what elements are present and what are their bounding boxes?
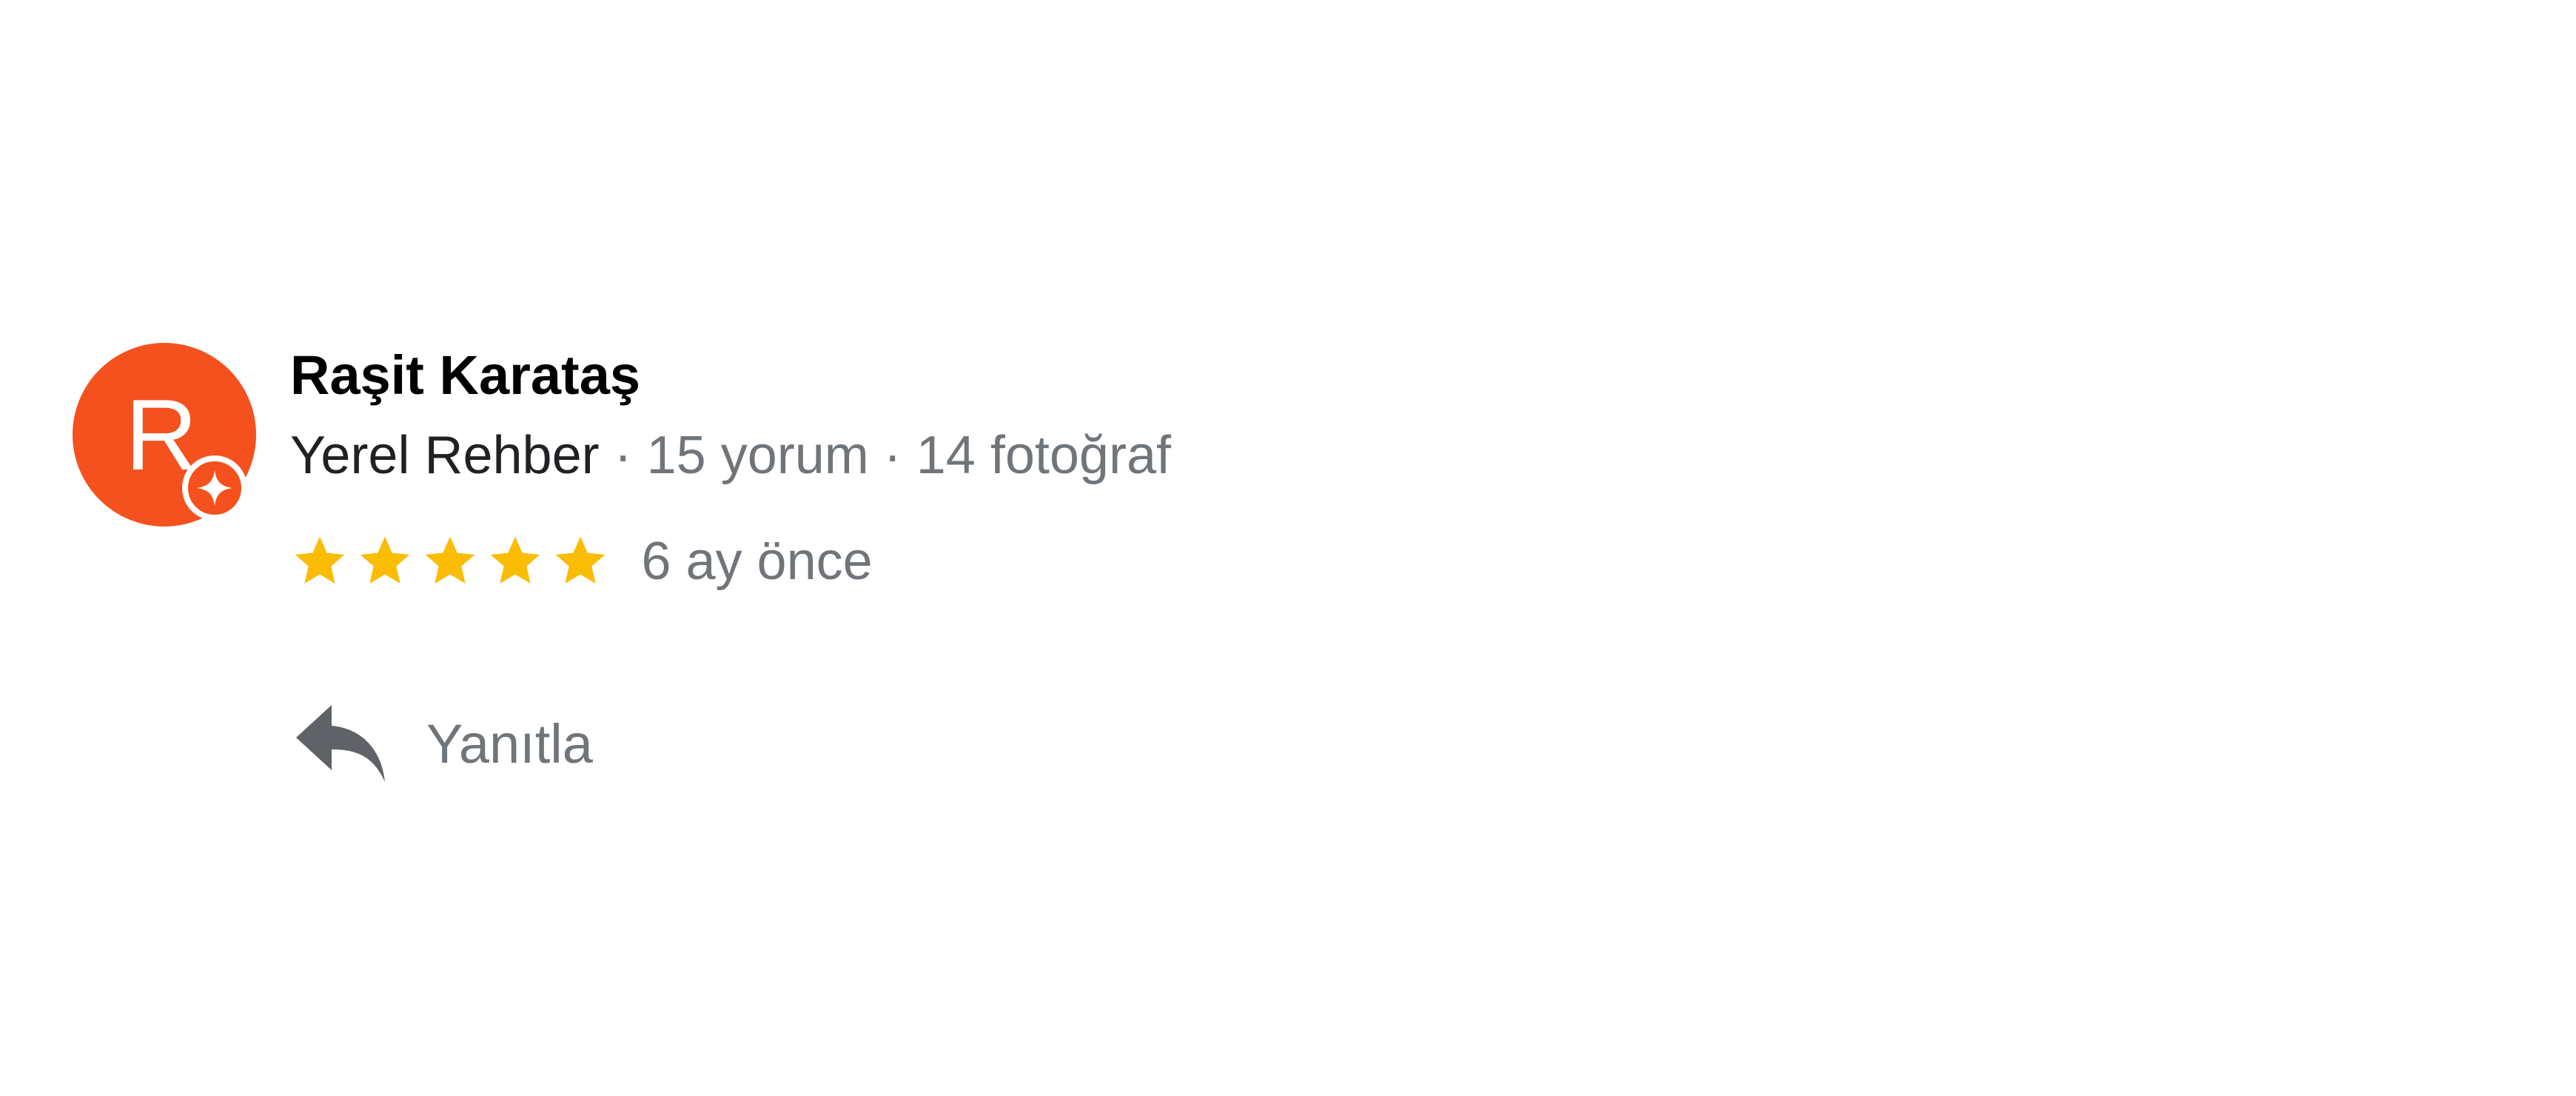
local-guide-label: Yerel Rehber bbox=[290, 426, 600, 485]
local-guide-badge-icon bbox=[182, 455, 247, 521]
star-icon bbox=[551, 528, 610, 595]
photo-count: 14 fotoğraf bbox=[916, 426, 1171, 485]
review-count: 15 yorum bbox=[646, 426, 869, 485]
author-avatar[interactable]: R bbox=[73, 343, 256, 527]
author-name[interactable]: Raşit Karataş bbox=[290, 342, 640, 409]
meta-separator: · bbox=[599, 426, 647, 485]
star-rating bbox=[290, 528, 616, 595]
reply-button[interactable]: Yanıtla bbox=[290, 699, 608, 788]
reply-arrow-icon bbox=[290, 699, 391, 788]
meta-separator: · bbox=[868, 426, 916, 485]
rating-row: 6 ay önce bbox=[290, 528, 873, 595]
star-icon bbox=[420, 528, 480, 595]
star-icon bbox=[290, 528, 349, 595]
reply-label: Yanıtla bbox=[426, 712, 593, 775]
review-date: 6 ay önce bbox=[641, 532, 873, 591]
star-icon bbox=[355, 528, 415, 595]
author-meta: Yerel Rehber · 15 yorum · 14 fotoğraf bbox=[290, 422, 1171, 489]
star-icon bbox=[486, 528, 545, 595]
review-card: R Raşit Karataş Yerel Rehber · 15 yorum … bbox=[0, 0, 2576, 1096]
